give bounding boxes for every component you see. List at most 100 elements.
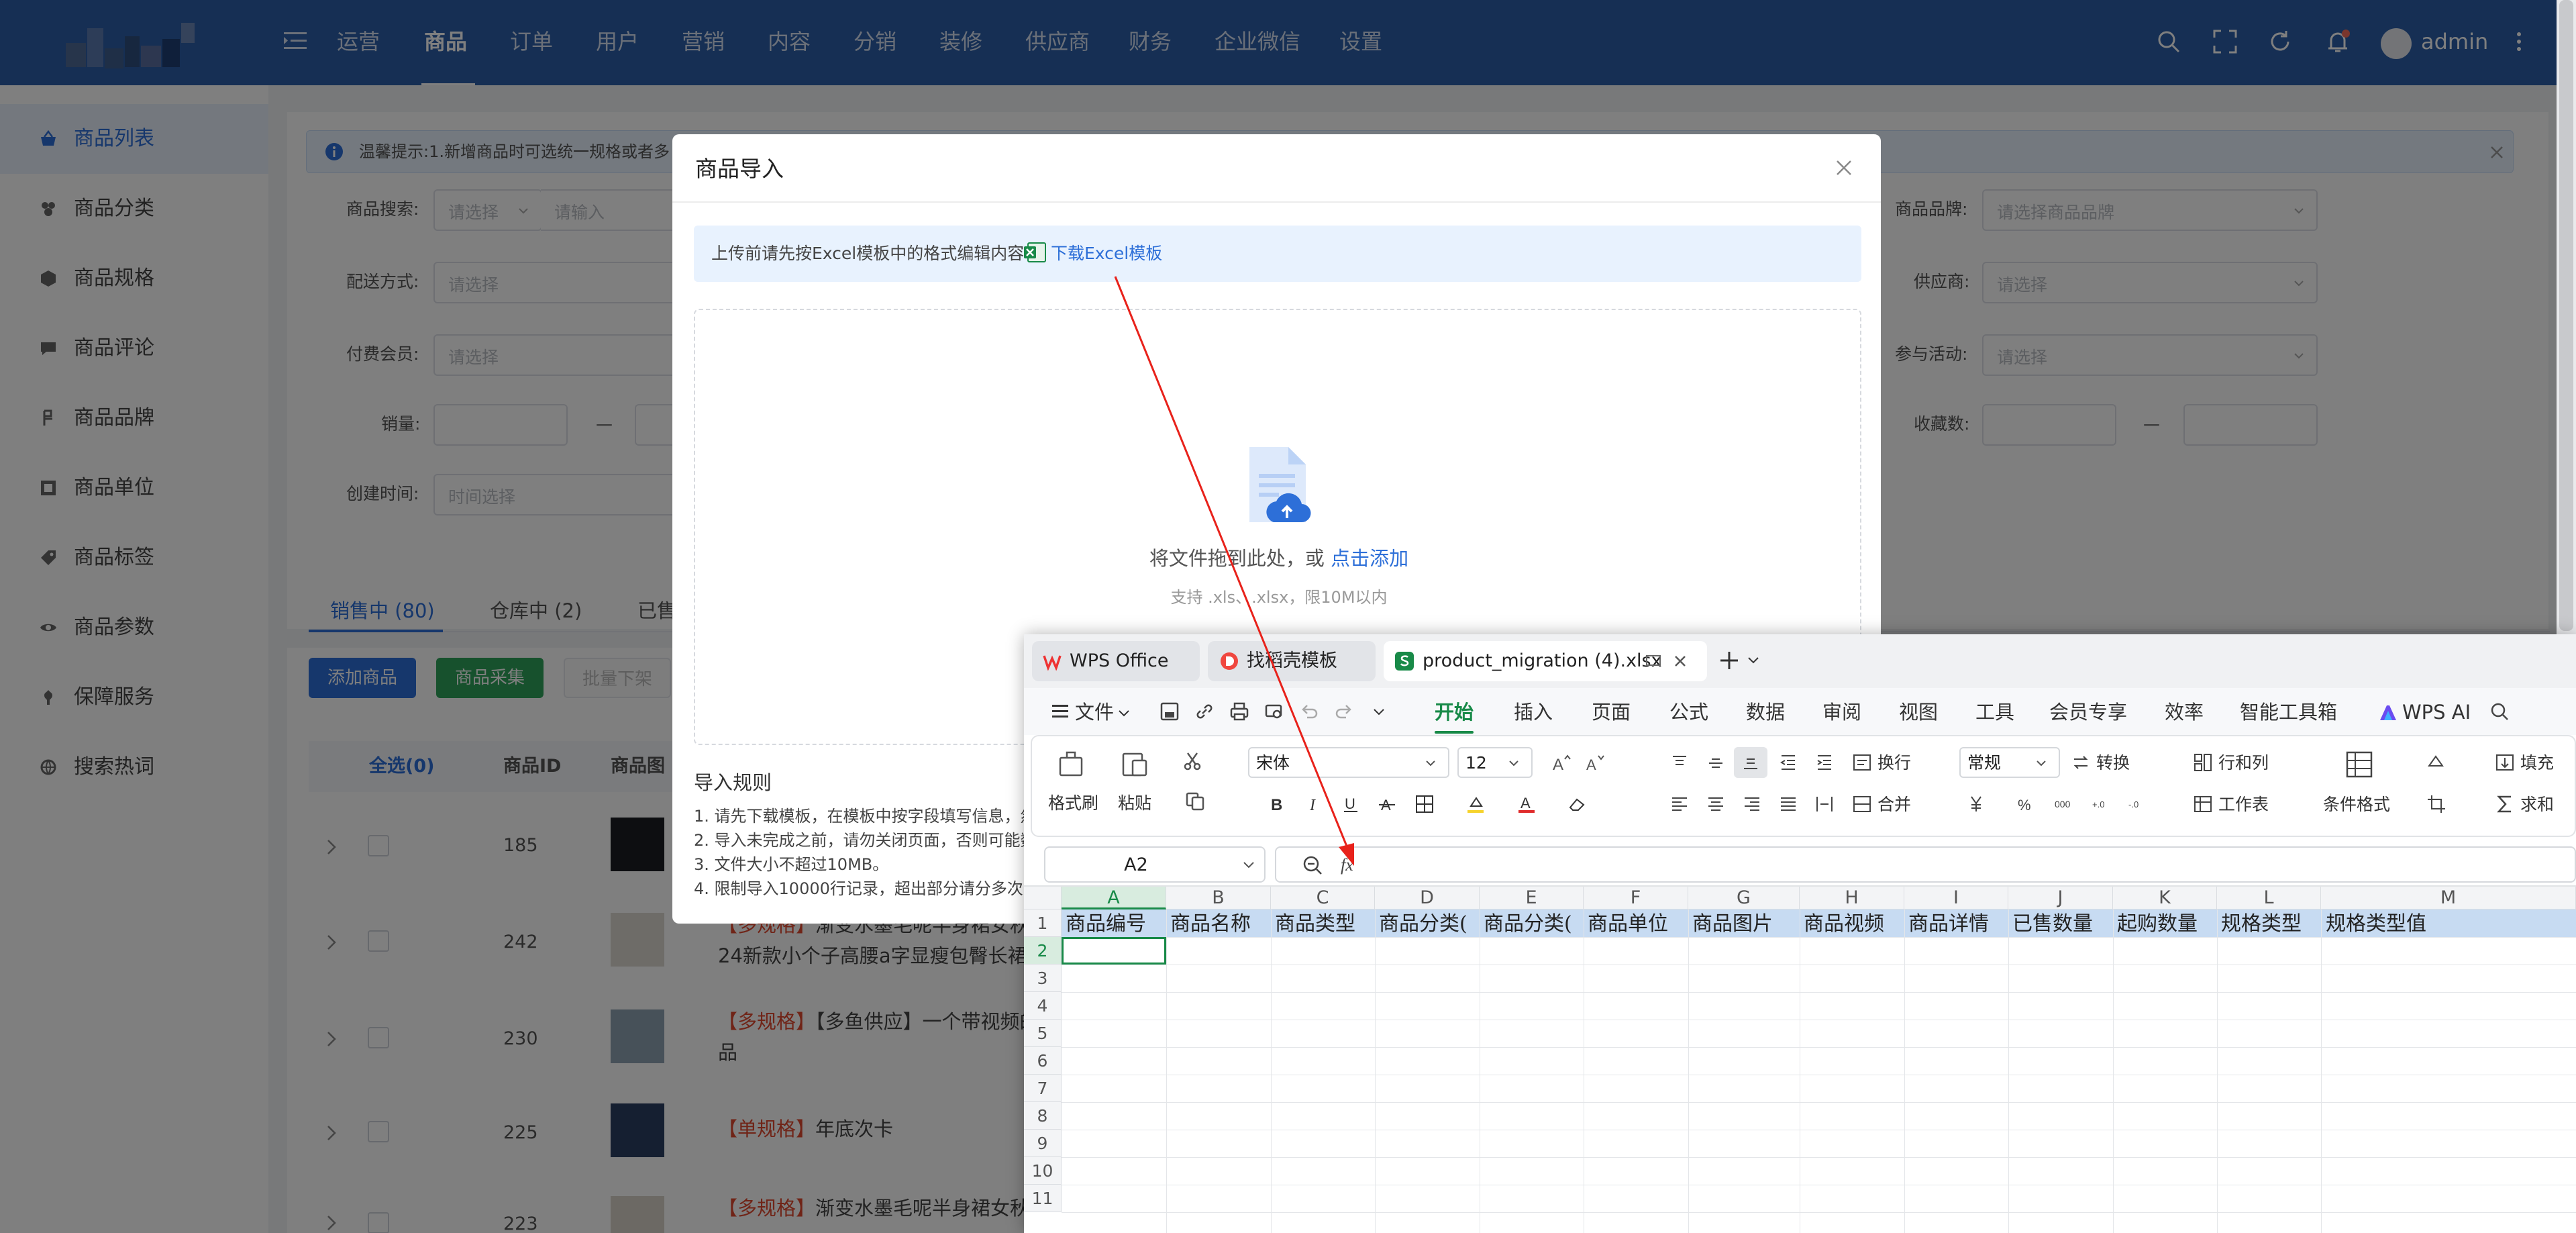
row-header[interactable]: 10 <box>1024 1157 1062 1185</box>
menu-smart-toolbox[interactable]: 智能工具箱 <box>2240 699 2337 726</box>
search-icon[interactable] <box>2489 701 2510 722</box>
font-color-icon[interactable]: A <box>1516 794 1537 814</box>
row-column-icon[interactable] <box>2193 752 2213 773</box>
column-header-a[interactable]: A <box>1062 887 1166 909</box>
select-all-corner[interactable] <box>1024 887 1062 909</box>
convert-icon[interactable] <box>2071 752 2091 773</box>
borders-icon[interactable] <box>1414 794 1435 814</box>
chevron-down-icon[interactable] <box>1373 708 1385 716</box>
paste-label[interactable]: 粘贴 <box>1118 791 1151 816</box>
menu-view[interactable]: 视图 <box>1899 699 1938 726</box>
chevron-down-icon[interactable] <box>1118 709 1130 718</box>
font-size-select[interactable]: 12 <box>1457 747 1533 778</box>
cell-d1[interactable]: 商品分类( <box>1379 912 1478 936</box>
convert-label[interactable]: 转换 <box>2096 751 2130 775</box>
worksheet-label[interactable]: 工作表 <box>2218 793 2269 817</box>
decrease-decimal-icon[interactable]: -.0 <box>2128 794 2149 814</box>
number-format-select[interactable]: 常规 <box>1959 747 2060 778</box>
redo-icon[interactable] <box>1334 701 1354 722</box>
indent-decrease-icon[interactable] <box>1778 752 1798 773</box>
sum-label[interactable]: 求和 <box>2520 793 2554 817</box>
column-header-e[interactable]: E <box>1480 887 1584 909</box>
column-header-j[interactable]: J <box>2008 887 2113 909</box>
sum-icon[interactable] <box>2495 794 2515 814</box>
new-tab-icon[interactable] <box>1718 649 1741 672</box>
menu-review[interactable]: 审阅 <box>1822 699 1861 726</box>
column-header-l[interactable]: L <box>2217 887 2321 909</box>
fill-icon[interactable] <box>2495 752 2515 773</box>
name-box[interactable]: A2 <box>1044 846 1266 883</box>
column-header-h[interactable]: H <box>1800 887 1904 909</box>
cell-e1[interactable]: 商品分类( <box>1484 912 1583 936</box>
click-to-add-link[interactable]: 点击添加 <box>1331 547 1408 570</box>
save-icon[interactable] <box>1160 701 1180 722</box>
row-header[interactable]: 1 <box>1024 909 1062 937</box>
column-header-g[interactable]: G <box>1688 887 1800 909</box>
currency-icon[interactable] <box>1966 794 1986 814</box>
formula-input[interactable]: fx <box>1275 846 2576 883</box>
cell-f1[interactable]: 商品单位 <box>1588 912 1687 936</box>
cell-i1[interactable]: 商品详情 <box>1908 912 2008 936</box>
chevron-down-icon[interactable] <box>1747 656 1759 665</box>
fx-label[interactable]: fx <box>1341 853 1353 877</box>
menu-wps-ai[interactable]: WPS AI <box>2402 699 2471 726</box>
menu-member[interactable]: 会员专享 <box>2049 699 2127 726</box>
copy-icon[interactable] <box>1185 791 1205 811</box>
row-header[interactable]: 7 <box>1024 1075 1062 1102</box>
window-icon[interactable] <box>1645 654 1661 668</box>
menu-data[interactable]: 数据 <box>1746 699 1785 726</box>
column-header-d[interactable]: D <box>1375 887 1480 909</box>
italic-icon[interactable]: I <box>1304 794 1325 814</box>
page-scrollbar-thumb[interactable] <box>2559 0 2573 631</box>
menu-efficiency[interactable]: 效率 <box>2165 699 2204 726</box>
close-tab-icon[interactable] <box>1672 653 1688 669</box>
wrap-text-icon[interactable] <box>1852 752 1872 773</box>
fill-label[interactable]: 填充 <box>2520 751 2554 775</box>
spreadsheet-grid[interactable]: A B C D E F G H I J K L M 1 2 3 4 5 6 7 … <box>1024 887 2576 1233</box>
cell-l1[interactable]: 规格类型 <box>2221 912 2320 936</box>
cell-m1[interactable]: 规格类型值 <box>2326 912 2460 936</box>
row-header[interactable]: 9 <box>1024 1130 1062 1157</box>
tab-wps-office[interactable]: WPS Office <box>1032 641 1200 681</box>
cell-c1[interactable]: 商品类型 <box>1275 912 1374 936</box>
cell-style-icon[interactable] <box>2426 752 2446 773</box>
align-top-icon[interactable] <box>1669 752 1690 773</box>
cell-k1[interactable]: 起购数量 <box>2117 912 2216 936</box>
tab-docer-templates[interactable]: 找稻壳模板 <box>1208 641 1376 681</box>
menu-home[interactable]: 开始 <box>1435 699 1474 726</box>
close-icon[interactable] <box>1833 157 1855 179</box>
bold-icon[interactable]: B <box>1267 794 1287 814</box>
print-preview-icon[interactable] <box>1264 701 1284 722</box>
menu-page[interactable]: 页面 <box>1592 699 1631 726</box>
fill-color-icon[interactable] <box>1465 794 1486 814</box>
cell-a1[interactable]: 商品编号 <box>1066 912 1165 936</box>
font-size-decrease-icon[interactable]: A <box>1585 752 1605 773</box>
font-family-select[interactable]: 宋体 <box>1248 747 1449 778</box>
selected-cell-a2[interactable] <box>1062 937 1166 965</box>
column-header-c[interactable]: C <box>1271 887 1375 909</box>
underline-icon[interactable]: U <box>1341 794 1361 814</box>
row-header[interactable]: 2 <box>1024 937 1062 965</box>
column-header-k[interactable]: K <box>2113 887 2217 909</box>
justify-icon[interactable] <box>1778 794 1798 814</box>
increase-decimal-icon[interactable]: +.0 <box>2092 794 2112 814</box>
row-header[interactable]: 8 <box>1024 1102 1062 1130</box>
percent-icon[interactable]: % <box>2016 794 2036 814</box>
menu-file[interactable]: 文件 <box>1075 699 1114 726</box>
merge-label[interactable]: 合并 <box>1877 793 1911 817</box>
row-column-label[interactable]: 行和列 <box>2218 751 2269 775</box>
menu-formula[interactable]: 公式 <box>1669 699 1708 726</box>
crop-icon[interactable] <box>2426 794 2446 814</box>
align-bottom-button[interactable] <box>1734 747 1767 778</box>
tab-product-migration-xlsx[interactable]: product_migration (4).xlsx <box>1384 641 1707 681</box>
menu-tools[interactable]: 工具 <box>1975 699 2014 726</box>
column-header-i[interactable]: I <box>1904 887 2008 909</box>
column-header-b[interactable]: B <box>1166 887 1271 909</box>
align-center-icon[interactable] <box>1706 794 1726 814</box>
font-size-increase-icon[interactable]: A <box>1551 752 1572 773</box>
merge-cells-icon[interactable] <box>1852 794 1872 814</box>
worksheet-icon[interactable] <box>2193 794 2213 814</box>
menu-insert[interactable]: 插入 <box>1514 699 1553 726</box>
align-middle-icon[interactable] <box>1706 752 1726 773</box>
row-header[interactable]: 4 <box>1024 992 1062 1020</box>
